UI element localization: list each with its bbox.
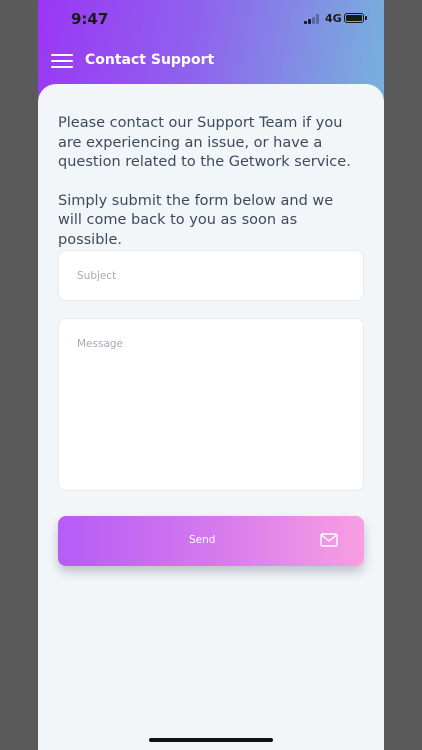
- battery-icon: [344, 13, 364, 23]
- battery-tip: [365, 16, 367, 20]
- send-button-label: Send: [189, 534, 216, 546]
- mail-icon: [320, 533, 338, 547]
- intro-paragraph-1: Please contact our Support Team if you a…: [58, 115, 351, 170]
- subject-placeholder: Subject: [77, 270, 117, 282]
- battery-level-fill: [346, 15, 362, 21]
- phone-screen: 9:47 4G Contact Support Please contact o…: [38, 0, 384, 750]
- content-panel: Please contact our Support Team if you a…: [38, 84, 384, 750]
- send-button[interactable]: Send: [58, 516, 364, 566]
- status-bar: 9:47 4G: [38, 0, 384, 38]
- cellular-signal-icon: [304, 14, 320, 24]
- home-indicator[interactable]: [149, 738, 273, 742]
- message-field[interactable]: Message: [58, 318, 364, 491]
- hamburger-menu-icon[interactable]: [51, 52, 73, 68]
- app-header: Contact Support: [38, 38, 384, 84]
- status-time: 9:47: [71, 10, 109, 28]
- intro-text: Please contact our Support Team if you a…: [58, 114, 358, 250]
- message-placeholder: Message: [77, 338, 124, 350]
- page-title: Contact Support: [85, 52, 215, 68]
- subject-field[interactable]: Subject: [58, 250, 364, 301]
- intro-paragraph-2: Simply submit the form below and we will…: [58, 192, 334, 248]
- network-type-label: 4G: [325, 12, 342, 25]
